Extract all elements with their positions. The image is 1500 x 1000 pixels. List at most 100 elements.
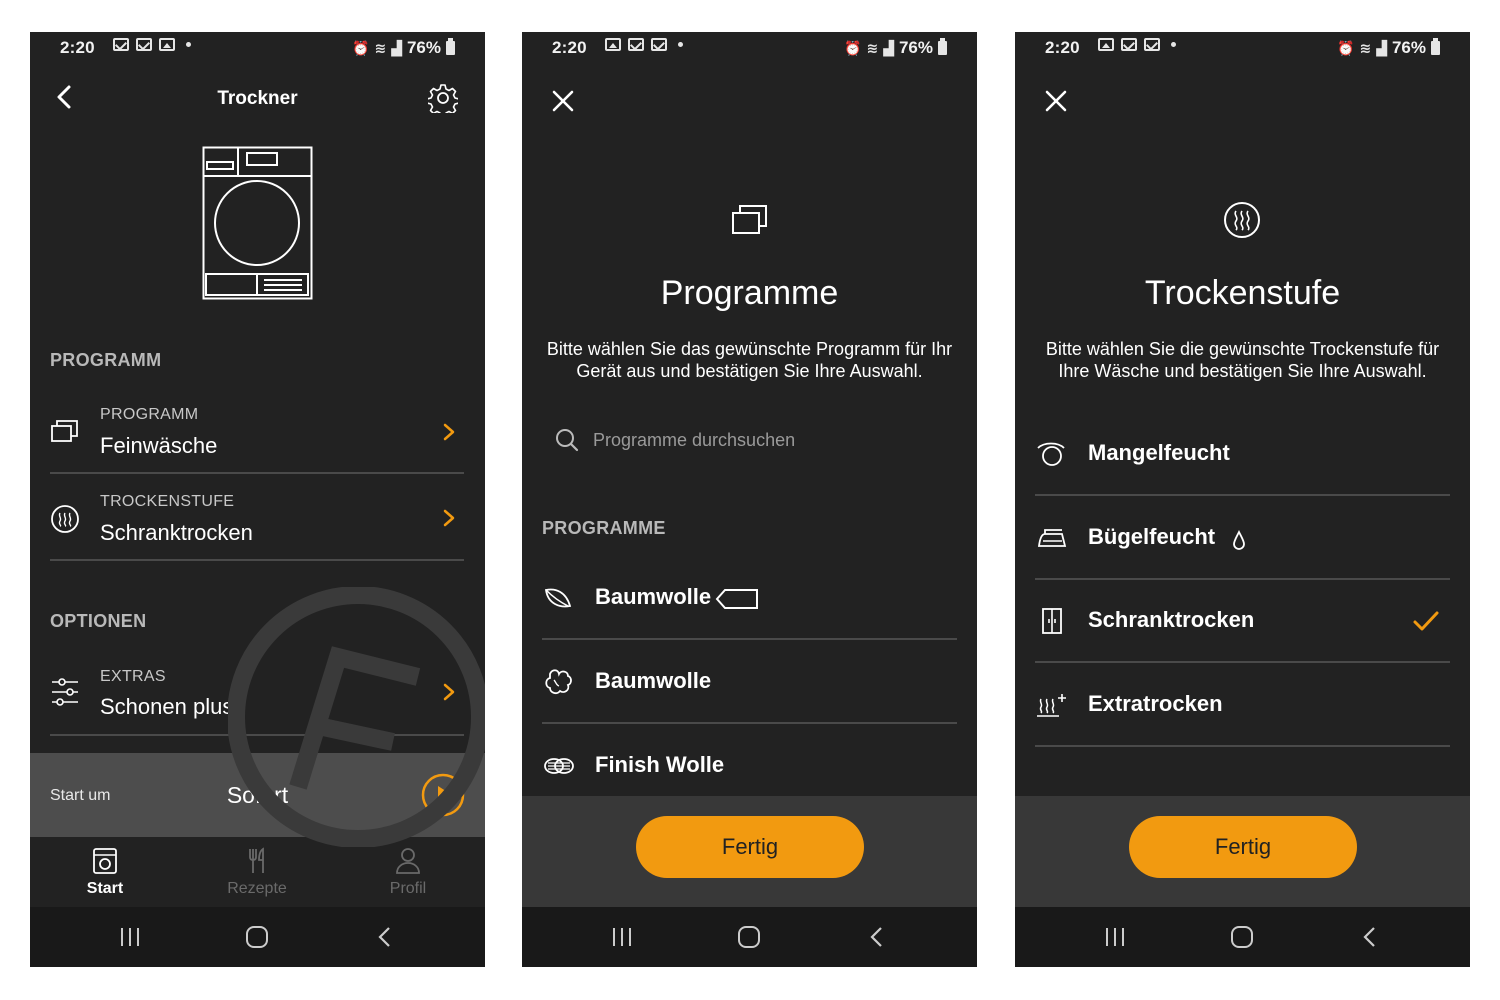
battery-icon <box>1431 38 1440 55</box>
sliders-icon <box>52 678 78 706</box>
search-icon <box>556 429 579 452</box>
recents-icon[interactable] <box>118 925 142 949</box>
notification-dot-icon <box>1171 42 1176 47</box>
dry-item-mangelfeucht[interactable]: Mangelfeucht <box>1035 412 1450 496</box>
wifi-icon: ≋ <box>866 39 879 56</box>
screen-programme: 2:20 ⏰ ≋ ▟ 76% Programme Bitte wählen Si… <box>522 32 977 967</box>
notification-dot-icon <box>678 42 683 47</box>
tab-rezepte-label: Rezepte <box>227 880 287 897</box>
tab-bar: Start Rezepte Profil <box>30 837 485 907</box>
recents-icon[interactable] <box>610 925 634 949</box>
status-time: 2:20 <box>552 38 587 57</box>
back-nav-icon[interactable] <box>373 925 397 949</box>
screen-trockner: 2:20 ⏰ ≋ ▟ 76% Trockner PROGRAMM PROGRAM… <box>30 32 485 967</box>
battery-percent: 76% <box>898 38 933 57</box>
check-icon <box>1413 611 1439 631</box>
image-icon <box>605 38 621 51</box>
mail-icon <box>113 38 129 51</box>
washer-icon <box>93 848 117 874</box>
chevron-right-icon <box>443 683 455 701</box>
cupboard-icon <box>1042 608 1062 634</box>
page-title: Trockner <box>217 88 298 109</box>
wifi-icon: ≋ <box>1359 39 1372 56</box>
back-nav-icon[interactable] <box>1358 925 1382 949</box>
modal-footer: Fertig <box>522 796 977 907</box>
section-programme: PROGRAMME <box>542 518 666 538</box>
extras-row-label: EXTRAS <box>100 668 166 685</box>
leaf-icon <box>544 588 572 608</box>
done-button[interactable]: Fertig <box>636 816 864 878</box>
mangle-icon <box>1037 442 1065 466</box>
dry-item-schranktrocken[interactable]: Schranktrocken <box>1035 579 1450 663</box>
search-input[interactable]: Programme durchsuchen <box>555 428 945 456</box>
system-nav-bar <box>1015 907 1470 967</box>
wool-icon <box>544 758 574 774</box>
modal-description: Bitte wählen Sie das gewünschte Programm… <box>546 339 953 381</box>
modal-title: Programme <box>660 274 839 312</box>
modal-title: Trockenstufe <box>1144 274 1341 312</box>
program-item-baumwolle-eco[interactable]: Baumwolle <box>542 556 957 640</box>
program-row[interactable]: PROGRAMM Feinwäsche <box>50 404 464 474</box>
status-time: 2:20 <box>1045 38 1080 57</box>
extras-row-value: Schonen plus <box>100 694 234 719</box>
section-programm: PROGRAMM <box>50 350 162 370</box>
tab-start[interactable]: Start <box>45 837 165 907</box>
gear-icon[interactable] <box>428 83 458 113</box>
modal-description: Bitte wählen Sie die gewünschte Trockens… <box>1045 339 1440 381</box>
done-button[interactable]: Fertig <box>1129 816 1357 878</box>
start-bar: Start um Sofort <box>30 753 485 837</box>
status-bar: 2:20 ⏰ ≋ ▟ 76% <box>1015 32 1470 64</box>
tab-profil[interactable]: Profil <box>348 837 468 907</box>
signal-icon: ▟ <box>1376 39 1387 56</box>
battery-icon <box>938 38 947 55</box>
iron-icon <box>1037 529 1067 547</box>
dry-level-row-value: Schranktrocken <box>100 520 253 545</box>
recents-icon[interactable] <box>1103 925 1127 949</box>
status-time: 2:20 <box>60 38 95 57</box>
dry-item-name: Schranktrocken <box>1088 607 1255 632</box>
dryer-illustration <box>202 146 313 300</box>
dry-item-name: Mangelfeucht <box>1088 440 1230 465</box>
system-nav-bar <box>522 907 977 967</box>
play-button[interactable] <box>421 773 465 817</box>
close-icon[interactable] <box>550 88 576 114</box>
tab-profil-label: Profil <box>389 880 427 897</box>
back-nav-icon[interactable] <box>865 925 889 949</box>
home-icon[interactable] <box>1230 925 1254 949</box>
eco-tag-icon <box>715 589 758 609</box>
tab-start-label: Start <box>86 880 124 897</box>
status-bar: 2:20 ⏰ ≋ ▟ 76% <box>522 32 977 64</box>
dry-item-extratrocken[interactable]: Extratrocken <box>1035 663 1450 747</box>
image-icon <box>1098 38 1114 51</box>
mail-icon <box>628 38 644 51</box>
program-item-baumwolle[interactable]: Baumwolle <box>542 640 957 724</box>
chevron-right-icon <box>443 509 455 527</box>
dry-item-name: Extratrocken <box>1088 691 1223 716</box>
program-icon <box>732 205 767 234</box>
signal-icon: ▟ <box>391 39 402 56</box>
search-placeholder: Programme durchsuchen <box>593 430 796 450</box>
wifi-icon: ≋ <box>374 39 387 56</box>
dry-item-buegelfeucht[interactable]: Bügelfeucht <box>1035 496 1450 580</box>
alarm-icon: ⏰ <box>1337 39 1355 56</box>
close-icon[interactable] <box>1043 88 1069 114</box>
mail-icon <box>136 38 152 51</box>
home-icon[interactable] <box>737 925 761 949</box>
cotton-icon <box>545 669 572 695</box>
mail-icon <box>651 38 667 51</box>
battery-icon <box>446 38 455 55</box>
home-icon[interactable] <box>245 925 269 949</box>
tab-rezepte[interactable]: Rezepte <box>197 837 317 907</box>
dry-level-icon <box>51 505 79 533</box>
signal-icon: ▟ <box>883 39 894 56</box>
image-icon <box>159 38 175 51</box>
modal-footer: Fertig <box>1015 796 1470 907</box>
program-item-name: Finish Wolle <box>595 752 725 777</box>
dry-level-row[interactable]: TROCKENSTUFE Schranktrocken <box>50 490 464 561</box>
status-bar: 2:20 ⏰ ≋ ▟ 76% <box>30 32 485 64</box>
alarm-icon: ⏰ <box>844 39 862 56</box>
extras-row[interactable]: EXTRAS Schonen plus <box>50 666 464 736</box>
program-item-name: Baumwolle <box>595 584 712 609</box>
start-time-value[interactable]: Sofort <box>30 782 485 809</box>
dry-level-icon <box>1224 202 1260 238</box>
